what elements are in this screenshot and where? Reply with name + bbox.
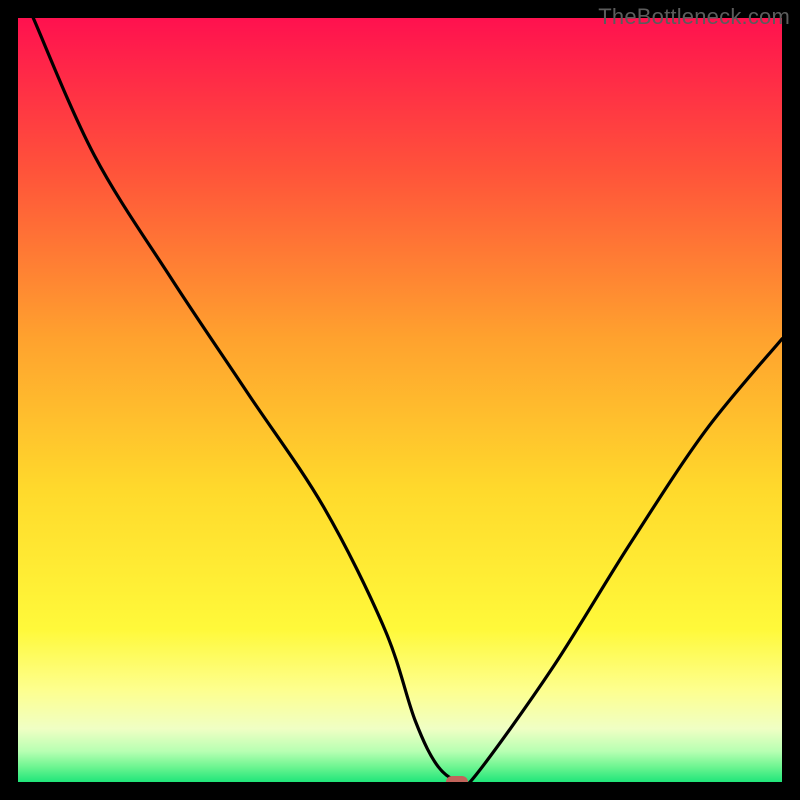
chart-frame: TheBottleneck.com	[0, 0, 800, 800]
watermark-label: TheBottleneck.com	[598, 4, 790, 30]
plot-area	[18, 18, 782, 782]
bottleneck-curve	[18, 18, 782, 782]
optimal-marker	[446, 776, 468, 782]
